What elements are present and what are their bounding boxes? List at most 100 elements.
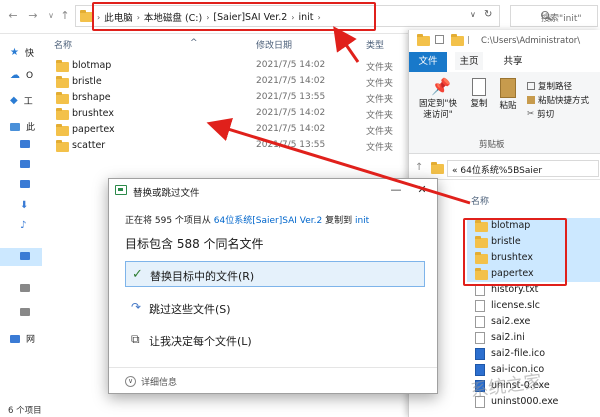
list-item[interactable]: sai2-file.ico (467, 346, 600, 362)
sidebar-item-drive[interactable] (20, 284, 30, 292)
highlight-frame (92, 2, 376, 31)
minimize-icon[interactable]: — (389, 183, 403, 197)
tab-share[interactable]: 共享 (499, 52, 527, 72)
list-item[interactable]: blotmap 2021/7/5 14:02 文件夹 (54, 58, 404, 74)
replace-files-option[interactable]: ✓ 替换目标中的文件(R) (125, 261, 425, 287)
ribbon-tabs: 文件 主页 共享 (409, 52, 600, 72)
address-bar: ← → ∨ ↑ › 此电脑 › 本地磁盘 (C:) › [Saier]SAI V… (0, 0, 600, 34)
decide-each-option[interactable]: ⧉ 让我决定每个文件(L) (125, 327, 425, 353)
desktop-icon (20, 252, 30, 260)
up-arrow-icon[interactable]: ↑ (415, 162, 423, 173)
list-item[interactable]: sai2.exe (467, 314, 600, 330)
copy-icon (472, 78, 486, 96)
back-arrow-icon[interactable]: ← (6, 9, 20, 23)
network-icon (10, 334, 20, 343)
refresh-icon[interactable]: ↻ (484, 9, 492, 20)
list-item[interactable]: license.slc (467, 298, 600, 314)
folder-icon (56, 140, 69, 152)
sidebar-item-videos[interactable] (20, 140, 30, 148)
tab-file[interactable]: 文件 (409, 52, 447, 72)
sidebar-item-onedrive[interactable]: ☁ O (10, 70, 33, 81)
list-item[interactable]: sai2.ini (467, 330, 600, 346)
check-icon: ✓ (132, 267, 143, 282)
tab-home[interactable]: 主页 (455, 52, 483, 72)
chevron-down-icon[interactable]: ∨ (44, 9, 58, 23)
status-bar: 6 个项目 (8, 406, 42, 416)
replace-or-skip-dialog: 替换或跳过文件 — ✕ 正在将 595 个项目从 64位系统[Saier]SAI… (108, 178, 438, 394)
highlight-frame (463, 218, 567, 286)
paste-shortcut-button[interactable]: 粘贴快捷方式 (527, 94, 589, 106)
download-icon: ⬇ (20, 200, 29, 211)
dialog-title: 替换或跳过文件 (133, 188, 200, 199)
sidebar-item-network[interactable]: 网 (10, 332, 35, 345)
document-icon (20, 180, 30, 188)
folder-icon (56, 124, 69, 136)
picture-icon (20, 160, 30, 168)
copy-button[interactable]: 复制 (467, 78, 491, 110)
drive-icon (20, 284, 30, 292)
copy-path-button[interactable]: 复制路径 (527, 80, 572, 92)
window-title-bar: | C:\Users\Administrator\ (409, 30, 600, 52)
list-item[interactable]: brushtex 2021/7/5 14:02 文件夹 (54, 106, 404, 122)
star-icon: ★ (10, 47, 19, 58)
checkbox-icon[interactable] (435, 35, 444, 44)
compare-icon: ⧉ (131, 332, 140, 346)
ribbon-group-label: 剪贴板 (479, 140, 505, 150)
computer-icon (10, 122, 20, 131)
dropdown-icon[interactable]: ∨ (470, 10, 476, 19)
folder-icon (431, 162, 444, 174)
sidebar-item-drive-2[interactable] (20, 308, 30, 316)
sidebar-item-documents[interactable] (20, 180, 30, 188)
address-input-right[interactable]: « 64位系统%5BSaier (447, 160, 599, 177)
sort-arrow-icon: ^ (190, 38, 198, 48)
paste-shortcut-icon (527, 96, 535, 104)
search-input[interactable]: 搜索"init" (510, 5, 598, 27)
more-details-toggle[interactable]: ∨ 详细信息 (125, 375, 177, 388)
search-placeholder: 搜索"init" (541, 14, 582, 24)
list-item[interactable]: papertex 2021/7/5 14:02 文件夹 (54, 122, 404, 138)
sidebar-item-this-pc[interactable]: 此 (10, 120, 35, 133)
cut-button[interactable]: ✂ 剪切 (527, 108, 554, 120)
list-item[interactable]: brshape 2021/7/5 13:55 文件夹 (54, 90, 404, 106)
navigation-pane: ★ 快 ☁ O ◆ 工 此 ⬇ ♪ 网 (0, 34, 42, 417)
divider (109, 367, 437, 368)
ico-file-icon (475, 348, 485, 360)
column-name[interactable]: 名称 (54, 38, 72, 51)
paste-icon (500, 78, 516, 98)
file-icon (475, 300, 485, 312)
sidebar-item-tools[interactable]: ◆ 工 (10, 94, 33, 107)
forward-arrow-icon[interactable]: → (26, 9, 40, 23)
source-link[interactable]: 64位系统[Saier]SAI Ver.2 (214, 216, 322, 226)
drive-icon (20, 308, 30, 316)
list-item[interactable]: scatter 2021/7/5 13:55 文件夹 (54, 138, 404, 154)
list-item[interactable]: bristle 2021/7/5 14:02 文件夹 (54, 74, 404, 90)
conflict-summary: 目标包含 588 个同名文件 (125, 237, 264, 251)
address-bar-right: ↑ « 64位系统%5BSaier (409, 156, 600, 180)
column-type[interactable]: 类型 (366, 38, 384, 51)
destination-link[interactable]: init (355, 216, 369, 226)
sidebar-item-pictures[interactable] (20, 160, 30, 168)
folder-icon (451, 34, 464, 46)
settings-file-icon (475, 332, 485, 344)
window-path: C:\Users\Administrator\ (481, 36, 581, 46)
chevron-down-icon: ∨ (125, 376, 136, 387)
close-icon[interactable]: ✕ (415, 183, 429, 197)
column-name-right[interactable]: 名称 (471, 194, 489, 207)
folder-icon (417, 34, 430, 46)
copy-progress-text: 正在将 595 个项目从 64位系统[Saier]SAI Ver.2 复制到 i… (125, 216, 370, 226)
cloud-icon: ☁ (10, 70, 20, 81)
folder-icon (56, 92, 69, 104)
column-date[interactable]: 修改日期 (256, 38, 292, 51)
scissors-icon: ✂ (527, 109, 535, 119)
dialog-title-bar: 替换或跳过文件 — ✕ (109, 179, 437, 203)
folder-icon (56, 76, 69, 88)
pin-quick-access-button[interactable]: 📌 固定到"快 速访问" (413, 78, 463, 121)
sidebar-item-quick-access[interactable]: ★ 快 (10, 46, 34, 59)
up-arrow-icon[interactable]: ↑ (58, 9, 72, 23)
paste-button[interactable]: 粘贴 (495, 78, 521, 112)
sidebar-item-downloads[interactable]: ⬇ (20, 200, 28, 211)
sidebar-item-music[interactable]: ♪ (20, 220, 26, 231)
skip-files-option[interactable]: ↷ 跳过这些文件(S) (125, 295, 425, 321)
sidebar-item-desktop[interactable] (20, 252, 30, 260)
ribbon-home: 📌 固定到"快 速访问" 复制 粘贴 复制路径 粘贴快捷方式 ✂ 剪切 剪贴板 (409, 72, 600, 154)
